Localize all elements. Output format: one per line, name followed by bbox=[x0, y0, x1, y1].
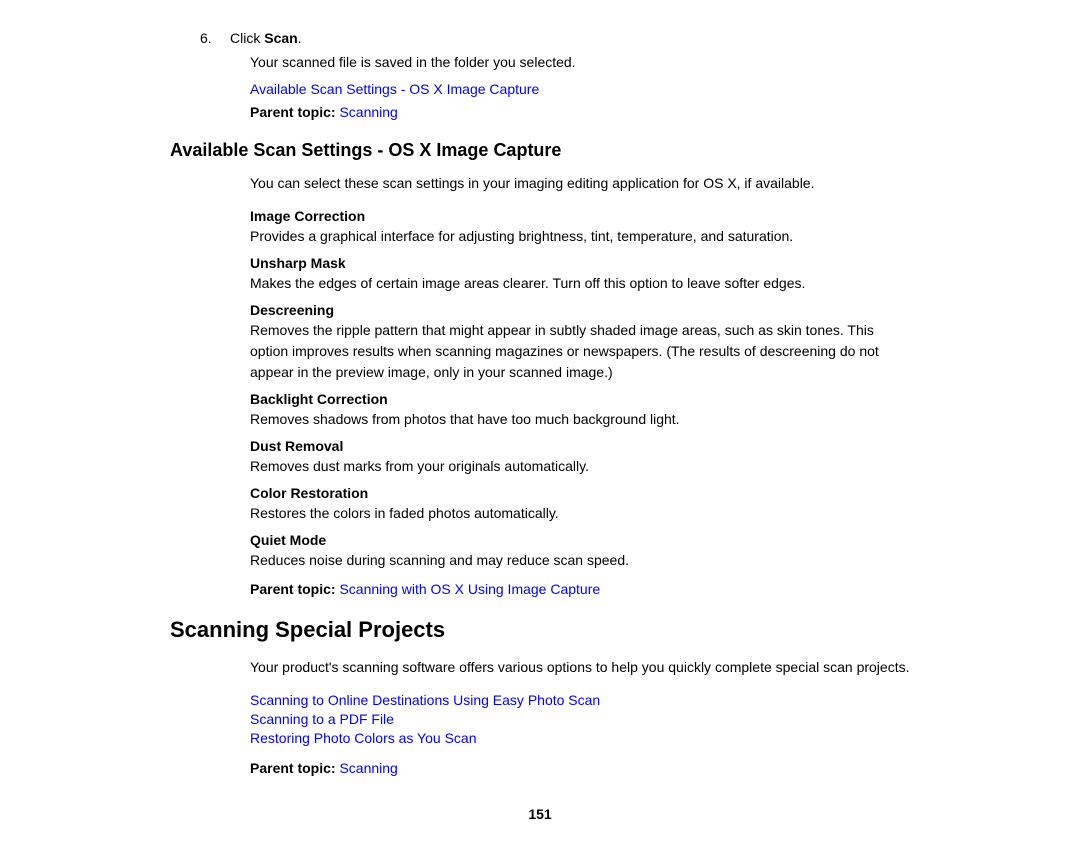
scanning-special-projects-heading: Scanning Special Projects bbox=[170, 617, 910, 643]
step-text: Click Scan. bbox=[230, 30, 910, 46]
step-text-after: . bbox=[298, 30, 302, 46]
term-title-quiet-mode: Quiet Mode bbox=[250, 532, 910, 548]
step-bold-word: Scan bbox=[264, 30, 297, 46]
page-number: 151 bbox=[170, 806, 910, 822]
available-scan-link-anchor[interactable]: Available Scan Settings - OS X Image Cap… bbox=[250, 81, 539, 97]
step-number: 6. bbox=[200, 30, 220, 46]
parent-topic-special-projects: Parent topic: Scanning bbox=[170, 760, 910, 776]
parent-topic-link-scan-settings[interactable]: Scanning with OS X Using Image Capture bbox=[339, 581, 600, 597]
term-backlight-correction: Backlight Correction Removes shadows fro… bbox=[170, 391, 910, 430]
parent-topic-top: Parent topic: Scanning bbox=[170, 104, 910, 120]
link-pdf-file[interactable]: Scanning to a PDF File bbox=[250, 711, 910, 727]
parent-topic-link-top[interactable]: Scanning bbox=[339, 104, 397, 120]
term-title-color-restoration: Color Restoration bbox=[250, 485, 910, 501]
term-title-unsharp-mask: Unsharp Mask bbox=[250, 255, 910, 271]
term-desc-descreening: Removes the ripple pattern that might ap… bbox=[250, 320, 910, 383]
saved-note: Your scanned file is saved in the folder… bbox=[170, 52, 910, 73]
parent-topic-link-special-projects[interactable]: Scanning bbox=[339, 760, 397, 776]
page-container: 6. Click Scan. Your scanned file is save… bbox=[150, 0, 930, 862]
term-desc-unsharp-mask: Makes the edges of certain image areas c… bbox=[250, 273, 910, 294]
term-desc-backlight-correction: Removes shadows from photos that have to… bbox=[250, 409, 910, 430]
available-scan-settings-heading: Available Scan Settings - OS X Image Cap… bbox=[170, 140, 910, 161]
term-descreening: Descreening Removes the ripple pattern t… bbox=[170, 302, 910, 383]
term-desc-quiet-mode: Reduces noise during scanning and may re… bbox=[250, 550, 910, 571]
term-title-image-correction: Image Correction bbox=[250, 208, 910, 224]
parent-topic-label-scan-settings: Parent topic: bbox=[250, 581, 336, 597]
scanning-special-links: Scanning to Online Destinations Using Ea… bbox=[170, 692, 910, 746]
term-title-backlight-correction: Backlight Correction bbox=[250, 391, 910, 407]
term-quiet-mode: Quiet Mode Reduces noise during scanning… bbox=[170, 532, 910, 571]
link-easy-photo-scan[interactable]: Scanning to Online Destinations Using Ea… bbox=[250, 692, 910, 708]
parent-topic-scan-settings: Parent topic: Scanning with OS X Using I… bbox=[170, 581, 910, 597]
scanning-special-projects-desc: Your product's scanning software offers … bbox=[170, 657, 910, 678]
term-desc-image-correction: Provides a graphical interface for adjus… bbox=[250, 226, 910, 247]
term-title-dust-removal: Dust Removal bbox=[250, 438, 910, 454]
step-6: 6. Click Scan. bbox=[170, 30, 910, 46]
available-scan-settings-link-top[interactable]: Available Scan Settings - OS X Image Cap… bbox=[170, 79, 910, 100]
term-image-correction: Image Correction Provides a graphical in… bbox=[170, 208, 910, 247]
term-desc-color-restoration: Restores the colors in faded photos auto… bbox=[250, 503, 910, 524]
term-dust-removal: Dust Removal Removes dust marks from you… bbox=[170, 438, 910, 477]
term-title-descreening: Descreening bbox=[250, 302, 910, 318]
term-desc-dust-removal: Removes dust marks from your originals a… bbox=[250, 456, 910, 477]
term-color-restoration: Color Restoration Restores the colors in… bbox=[170, 485, 910, 524]
parent-topic-label-special-projects: Parent topic: bbox=[250, 760, 336, 776]
available-scan-settings-desc: You can select these scan settings in yo… bbox=[170, 173, 910, 194]
step-text-before: Click bbox=[230, 30, 264, 46]
link-restoring-photo-colors[interactable]: Restoring Photo Colors as You Scan bbox=[250, 730, 910, 746]
parent-topic-label-top: Parent topic: bbox=[250, 104, 336, 120]
term-unsharp-mask: Unsharp Mask Makes the edges of certain … bbox=[170, 255, 910, 294]
